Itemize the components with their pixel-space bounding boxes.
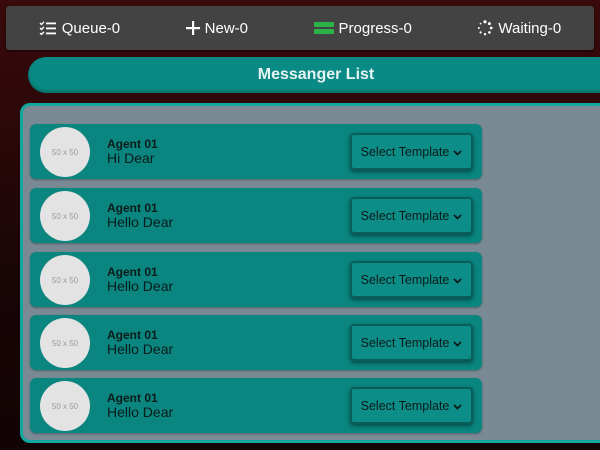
spinner-icon <box>477 20 493 36</box>
select-template-dropdown[interactable]: Select Template <box>350 324 473 361</box>
page-title: Messanger List <box>28 57 600 93</box>
chevron-down-icon <box>453 209 462 223</box>
avatar: 50 x 50 <box>40 255 90 305</box>
message-card[interactable]: 50 x 50 Agent 01 Hi Dear Select Template <box>30 124 482 179</box>
select-template-dropdown[interactable]: Select Template <box>350 261 473 298</box>
select-template-dropdown[interactable]: Select Template <box>350 387 473 424</box>
select-template-dropdown[interactable]: Select Template <box>350 197 473 234</box>
progress-bars-icon <box>313 21 334 35</box>
select-label: Select Template <box>360 398 450 413</box>
message-card[interactable]: 50 x 50 Agent 01 Hello Dear Select Templ… <box>30 378 482 433</box>
message-text: Hello Dear <box>107 278 174 294</box>
new-stat[interactable]: New-0 <box>185 19 248 37</box>
agent-name: Agent 01 <box>107 201 158 215</box>
message-text: Hello Dear <box>107 341 174 357</box>
message-card[interactable]: 50 x 50 Agent 01 Hello Dear Select Templ… <box>30 188 482 243</box>
new-label: New-0 <box>204 19 248 37</box>
waiting-label: Waiting-0 <box>498 19 562 37</box>
avatar: 50 x 50 <box>40 127 90 177</box>
agent-name: Agent 01 <box>107 328 158 342</box>
agent-name: Agent 01 <box>107 265 158 279</box>
avatar: 50 x 50 <box>40 381 90 431</box>
queue-label: Queue-0 <box>61 19 121 37</box>
avatar: 50 x 50 <box>40 318 90 368</box>
waiting-stat[interactable]: Waiting-0 <box>477 20 561 37</box>
chevron-down-icon <box>453 336 462 350</box>
plus-icon <box>185 21 200 35</box>
select-label: Select Template <box>360 144 450 159</box>
message-card[interactable]: 50 x 50 Agent 01 Hello Dear Select Templ… <box>30 252 482 307</box>
progress-label: Progress-0 <box>338 19 412 37</box>
select-label: Select Template <box>360 335 450 350</box>
status-bar: Queue-0 New-0 Progress-0 Waiting-0 <box>6 6 594 50</box>
message-text: Hello Dear <box>107 214 174 230</box>
message-text: Hello Dear <box>107 404 174 420</box>
chevron-down-icon <box>453 273 462 287</box>
avatar: 50 x 50 <box>40 191 90 241</box>
progress-stat[interactable]: Progress-0 <box>313 19 412 37</box>
select-label: Select Template <box>360 208 450 223</box>
message-text: Hi Dear <box>107 150 155 166</box>
queue-stat[interactable]: Queue-0 <box>39 20 120 37</box>
agent-name: Agent 01 <box>107 391 158 405</box>
select-template-dropdown[interactable]: Select Template <box>350 133 473 170</box>
chevron-down-icon <box>453 399 462 413</box>
agent-name: Agent 01 <box>107 137 158 151</box>
message-card[interactable]: 50 x 50 Agent 01 Hello Dear Select Templ… <box>30 315 482 370</box>
chevron-down-icon <box>453 145 462 159</box>
select-label: Select Template <box>360 272 450 287</box>
checklist-icon <box>39 21 57 35</box>
